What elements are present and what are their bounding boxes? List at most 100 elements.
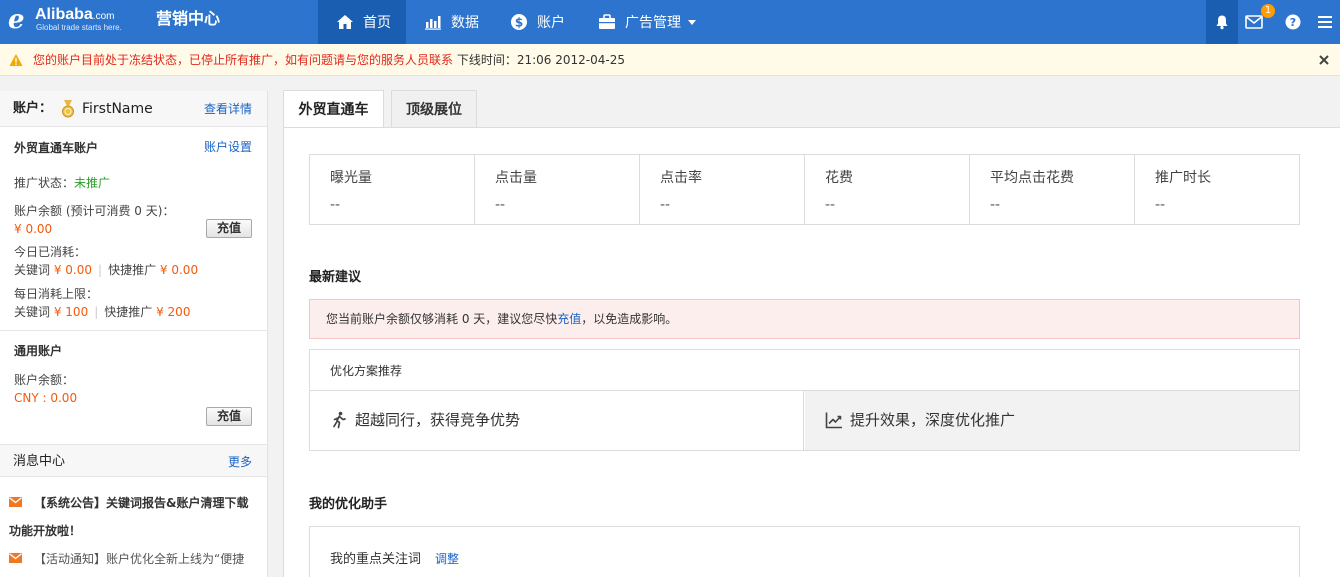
quick-promo-label: 快捷推广 [108,263,157,277]
stat-label: 点击率 [660,170,702,186]
message-center-header: 消息中心 更多 [0,444,267,477]
account-sidebar: 账户： FirstName 查看详情 外贸直通车账户 账户设置 推广状态：未推广… [0,91,268,577]
app-title: 营销中心 [156,9,221,28]
daily-limit-values: 关键词 ¥ 100 | 快捷推广 ¥ 200 [14,305,190,319]
bell-icon [1216,15,1228,30]
keyword-limit-value: ¥ 100 [53,305,89,319]
nav-home-label: 首页 [363,15,391,31]
recharge-link[interactable]: 充值 [557,312,581,326]
stat-avg-cpc: 平均点击花费 -- [969,155,1134,224]
option-improve-effect[interactable]: 提升效果，深度优化推广 [805,391,1299,450]
alibaba-logo[interactable]: e Alibaba.com Global trade starts here. [8,4,153,40]
optimization-assistant-panel: 我的重点关注词 调整 [309,526,1300,577]
promotion-status-label: 推广状态： [14,176,75,190]
general-account-title: 通用账户 [14,344,63,358]
stat-click-rate: 点击率 -- [639,155,804,224]
p4p-balance-value: ¥ 0.00 [14,222,53,236]
section-divider [0,330,267,331]
optimization-recommendations: 优化方案推荐 超越同行，获得竞争优势 提升效果，深度优化推广 [309,349,1300,451]
nav-ad-management-label: 广告管理 [625,15,681,31]
stat-label: 平均点击花费 [990,170,1074,186]
performance-stats: 曝光量 -- 点击量 -- 点击率 -- 花费 -- 平均点击花费 -- 推广时… [309,154,1300,225]
option-label: 超越同行，获得竞争优势 [355,411,521,429]
menu-button[interactable] [1310,0,1340,44]
p4p-recharge-button[interactable]: 充值 [206,219,252,238]
notifications-button[interactable] [1206,0,1238,44]
help-button[interactable]: ? [1277,0,1309,44]
account-settings-link[interactable]: 账户设置 [204,140,252,154]
dollar-icon: $ [511,14,527,30]
p4p-account-title: 外贸直通车账户 [14,141,99,155]
stat-value: -- [660,197,671,213]
stat-label: 曝光量 [330,170,372,186]
alibaba-logo-mark: e [8,5,25,35]
nav-account[interactable]: $ 账户 [510,0,565,44]
optimization-assistant-title: 我的优化助手 [309,497,388,512]
tab-p4p[interactable]: 外贸直通车 [283,90,384,128]
quick-promo-label: 快捷推广 [104,305,153,319]
stat-impressions: 曝光量 -- [310,155,474,224]
general-balance-label: 账户余额： [14,373,75,387]
stat-label: 推广时长 [1155,170,1211,186]
today-spent-label: 今日已消耗： [14,245,87,259]
balance-suggestion-alert: 您当前账户余额仅够消耗 0 天，建议您尽快充值，以免造成影响。 [309,299,1300,339]
stat-value: -- [825,197,836,213]
close-icon[interactable] [1316,52,1332,68]
nav-ad-management[interactable]: 广告管理 [598,0,696,44]
stat-cost: 花费 -- [804,155,969,224]
today-spent-values: 关键词 ¥ 0.00 | 快捷推广 ¥ 0.00 [14,263,198,277]
stat-value: -- [330,197,341,213]
medal-icon [62,100,74,118]
chevron-down-icon [688,19,696,25]
message-item[interactable]: 【活动通知】账户优化全新上线为“便捷 [34,552,244,566]
suggestion-text-after: ，以免造成影响。 [581,312,678,326]
promotion-status-value: 未推广 [74,176,111,190]
tab-top-showcase[interactable]: 顶级展位 [391,90,477,128]
account-summary-header: 账户： FirstName 查看详情 [0,91,267,127]
view-details-link[interactable]: 查看详情 [204,102,252,116]
message-item[interactable]: 【系统公告】关键词报告&账户清理下载 [34,496,248,510]
notice-text: 您的账户目前处于冻结状态，已停止所有推广，如有问题请与您的服务人员联系 下线时间… [33,53,625,67]
top-navigation-bar: e Alibaba.com Global trade starts here. … [0,0,1340,44]
help-icon: ? [1285,14,1301,30]
envelope-icon [1245,15,1263,29]
adjust-link[interactable]: 调整 [435,552,459,566]
account-name: FirstName [82,101,153,117]
bar-chart-icon [425,16,441,30]
message-center-title: 消息中心 [13,454,66,469]
notice-message: 您的账户目前处于冻结状态，已停止所有推广，如有问题请与您的服务人员联系 [33,53,454,67]
stat-label: 花费 [825,170,853,186]
message-item-continued[interactable]: 功能开放啦！ [9,524,81,538]
divider: | [94,305,99,319]
nav-data[interactable]: 数据 [424,0,479,44]
stat-label: 点击量 [495,170,537,186]
suggestion-text-before: 您当前账户余额仅够消耗 0 天，建议您尽快 [326,312,558,326]
notice-offline-time: 21:06 2012-04-25 [516,53,625,67]
optimization-header: 优化方案推荐 [310,350,1299,391]
stat-value: -- [1155,197,1166,213]
quick-promo-today-value: ¥ 0.00 [159,263,199,277]
option-beat-competitors[interactable]: 超越同行，获得竞争优势 [310,391,804,450]
notice-offline-label: 下线时间： [456,53,517,67]
stat-value: -- [990,197,1001,213]
briefcase-icon [599,14,615,29]
nav-data-label: 数据 [451,15,479,31]
stat-clicks: 点击量 -- [474,155,639,224]
stat-duration: 推广时长 -- [1134,155,1299,224]
svg-text:?: ? [1290,16,1296,29]
hamburger-menu-icon [1318,16,1332,28]
stat-value: -- [495,197,506,213]
account-label: 账户： [13,101,53,116]
option-label: 提升效果，深度优化推广 [850,411,1016,429]
more-messages-link[interactable]: 更多 [228,455,252,469]
divider: | [98,263,103,277]
daily-limit-label: 每日消耗上限： [14,287,99,301]
p4p-balance-label: 账户余额 (预计可消费 0 天)： [14,204,175,218]
logo-slogan: Global trade starts here. [36,23,122,32]
promotion-status: 推广状态：未推广 [14,176,110,190]
nav-home[interactable]: 首页 [318,0,406,44]
general-recharge-button[interactable]: 充值 [206,407,252,426]
messages-count-badge: 1 [1261,4,1275,18]
suggestions-title: 最新建议 [309,270,362,285]
logo-brand-text: Alibaba [35,6,93,23]
